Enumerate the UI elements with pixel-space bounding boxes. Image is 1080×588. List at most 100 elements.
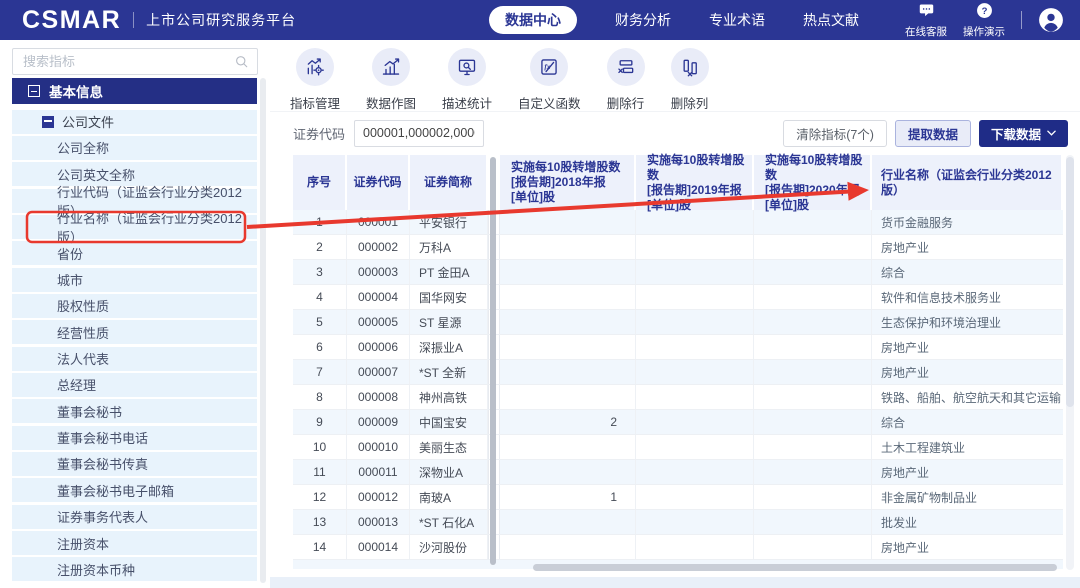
sidebar-item-10[interactable]: 董事会秘书: [12, 399, 257, 423]
cell-y2018: [500, 510, 636, 534]
tree-group-label: 公司文件: [62, 112, 114, 131]
cell-y2018: [500, 385, 636, 409]
table-row[interactable]: 3000003PT 金田A综合: [293, 260, 1063, 285]
cell-y2019: [636, 210, 754, 234]
nav-financial-analysis[interactable]: 财务分析: [615, 10, 671, 30]
cell-y2018: [500, 235, 636, 259]
util-demo[interactable]: ?操作演示: [963, 2, 1005, 39]
table-row[interactable]: 6000006深振业A房地产业: [293, 335, 1063, 360]
question-icon: ?: [976, 2, 993, 22]
cell-y2018: [500, 335, 636, 359]
user-avatar[interactable]: [1038, 7, 1064, 33]
horizontal-scrollbar-thumb[interactable]: [533, 564, 1057, 571]
collapse-icon[interactable]: [28, 85, 40, 97]
cell-y2019: [636, 260, 754, 284]
table-row[interactable]: 4000004国华网安软件和信息技术服务业: [293, 285, 1063, 310]
nav-terminology[interactable]: 专业术语: [709, 10, 765, 30]
cell-name: 沙河股份: [410, 535, 488, 559]
vertical-scrollbar-thumb[interactable]: [1066, 157, 1074, 407]
cell-no: 7: [293, 360, 347, 384]
delete-row-icon: [607, 48, 645, 86]
cell-industry: 房地产业: [872, 460, 1061, 484]
sidebar-item-5[interactable]: 城市: [12, 268, 257, 292]
cell-no: 2: [293, 235, 347, 259]
sidebar-item-12[interactable]: 董事会秘书传真: [12, 452, 257, 476]
main-area: 指标管理 数据作图 描述统计 fx 自定义函数 删除行 删除列 证券代码 清除指标…: [270, 40, 1080, 588]
svg-text:?: ?: [981, 5, 987, 16]
sidebar-item-6[interactable]: 股权性质: [12, 294, 257, 318]
col-header-y2020: 实施每10股转增股数 [报告期]2020年报 [单位]股: [754, 155, 872, 210]
utility-buttons: 在线客服 ?操作演示: [905, 2, 1005, 39]
tool-delete-col[interactable]: 删除列: [671, 48, 709, 112]
sidebar-item-14[interactable]: 证券事务代表人: [12, 505, 257, 529]
tree-root-basic-info[interactable]: 基本信息: [12, 78, 257, 104]
download-data-label: 下载数据: [991, 124, 1041, 143]
util-online-service[interactable]: 在线客服: [905, 2, 947, 39]
util-label: 在线客服: [905, 24, 947, 39]
cell-name: 深物业A: [410, 460, 488, 484]
table-row[interactable]: 7000007*ST 全新房地产业: [293, 360, 1063, 385]
collapse-icon[interactable]: [42, 116, 54, 128]
tool-indicator-manage[interactable]: 指标管理: [290, 48, 340, 112]
table-row[interactable]: 2000002万科A房地产业: [293, 235, 1063, 260]
cell-y2019: [636, 360, 754, 384]
frozen-pane-scrollbar[interactable]: [490, 157, 496, 565]
cell-y2020: [754, 510, 872, 534]
cell-y2020: [754, 385, 872, 409]
col-header-no: 序号: [293, 155, 347, 210]
download-data-button[interactable]: 下载数据: [979, 120, 1068, 147]
security-code-label: 证券代码: [293, 124, 345, 143]
sidebar-item-13[interactable]: 董事会秘书电子邮箱: [12, 478, 257, 502]
security-code-input[interactable]: [354, 120, 484, 147]
cell-y2018: [500, 210, 636, 234]
extract-data-button[interactable]: 提取数据: [895, 120, 971, 147]
cell-y2019: [636, 485, 754, 509]
bar-chart-icon: [372, 48, 410, 86]
table-row[interactable]: 1000001平安银行货币金融服务: [293, 210, 1063, 235]
tool-descriptive-stats[interactable]: 描述统计: [442, 48, 492, 112]
cell-no: 3: [293, 260, 347, 284]
tool-custom-function[interactable]: fx 自定义函数: [518, 48, 581, 112]
csmar-logo[interactable]: CSMAR: [22, 6, 121, 35]
cell-y2018: [500, 260, 636, 284]
cell-code: 000010: [347, 435, 410, 459]
cell-y2018: [500, 460, 636, 484]
app-root: CSMAR 上市公司研究服务平台 数据中心财务分析专业术语热点文献 在线客服?操…: [0, 0, 1080, 588]
tree-group-company-file[interactable]: 公司文件: [12, 110, 257, 134]
table-row[interactable]: 11000011深物业A房地产业: [293, 460, 1063, 485]
sidebar-scrollbar[interactable]: [260, 78, 266, 583]
table-row[interactable]: 10000010美丽生态土木工程建筑业: [293, 435, 1063, 460]
top-header: CSMAR 上市公司研究服务平台 数据中心财务分析专业术语热点文献 在线客服?操…: [0, 0, 1080, 40]
tool-delete-row[interactable]: 删除行: [607, 48, 645, 112]
nav-data-center[interactable]: 数据中心: [489, 6, 577, 34]
table-row[interactable]: 9000009中国宝安2综合: [293, 410, 1063, 435]
table-row[interactable]: 8000008神州高铁铁路、船舶、航空航天和其它运输设备...: [293, 385, 1063, 410]
cell-no: 13: [293, 510, 347, 534]
cell-no: 6: [293, 335, 347, 359]
sidebar-item-0[interactable]: 公司全称: [12, 136, 257, 160]
sidebar-item-7[interactable]: 经营性质: [12, 320, 257, 344]
cell-name: 平安银行: [410, 210, 488, 234]
data-table: 序号证券代码证券简称实施每10股转增股数 [报告期]2018年报 [单位]股实施…: [293, 155, 1063, 569]
table-row[interactable]: 12000012南玻A1非金属矿物制品业: [293, 485, 1063, 510]
cell-no: 11: [293, 460, 347, 484]
page-background-strip: [270, 577, 1080, 588]
search-input[interactable]: [12, 48, 258, 75]
table-row[interactable]: 5000005ST 星源生态保护和环境治理业: [293, 310, 1063, 335]
sidebar-item-8[interactable]: 法人代表: [12, 347, 257, 371]
tool-data-plot[interactable]: 数据作图: [366, 48, 416, 112]
clear-indicators-button[interactable]: 清除指标(7个): [783, 120, 887, 147]
nav-hot-literature[interactable]: 热点文献: [803, 10, 859, 30]
sidebar-item-15[interactable]: 注册资本: [12, 531, 257, 555]
sidebar-item-9[interactable]: 总经理: [12, 373, 257, 397]
sidebar-item-3-highlighted[interactable]: 行业名称（证监会行业分类2012版）: [12, 215, 257, 239]
sidebar-item-11[interactable]: 董事会秘书电话: [12, 426, 257, 450]
table-row[interactable]: 14000014沙河股份房地产业: [293, 535, 1063, 560]
table-row[interactable]: 13000013*ST 石化A批发业: [293, 510, 1063, 535]
cell-industry: 生态保护和环境治理业: [872, 310, 1061, 334]
sidebar-item-16[interactable]: 注册资本币种: [12, 557, 257, 581]
cell-y2020: [754, 485, 872, 509]
cell-y2020: [754, 360, 872, 384]
cell-industry: 非金属矿物制品业: [872, 485, 1061, 509]
cell-name: 南玻A: [410, 485, 488, 509]
